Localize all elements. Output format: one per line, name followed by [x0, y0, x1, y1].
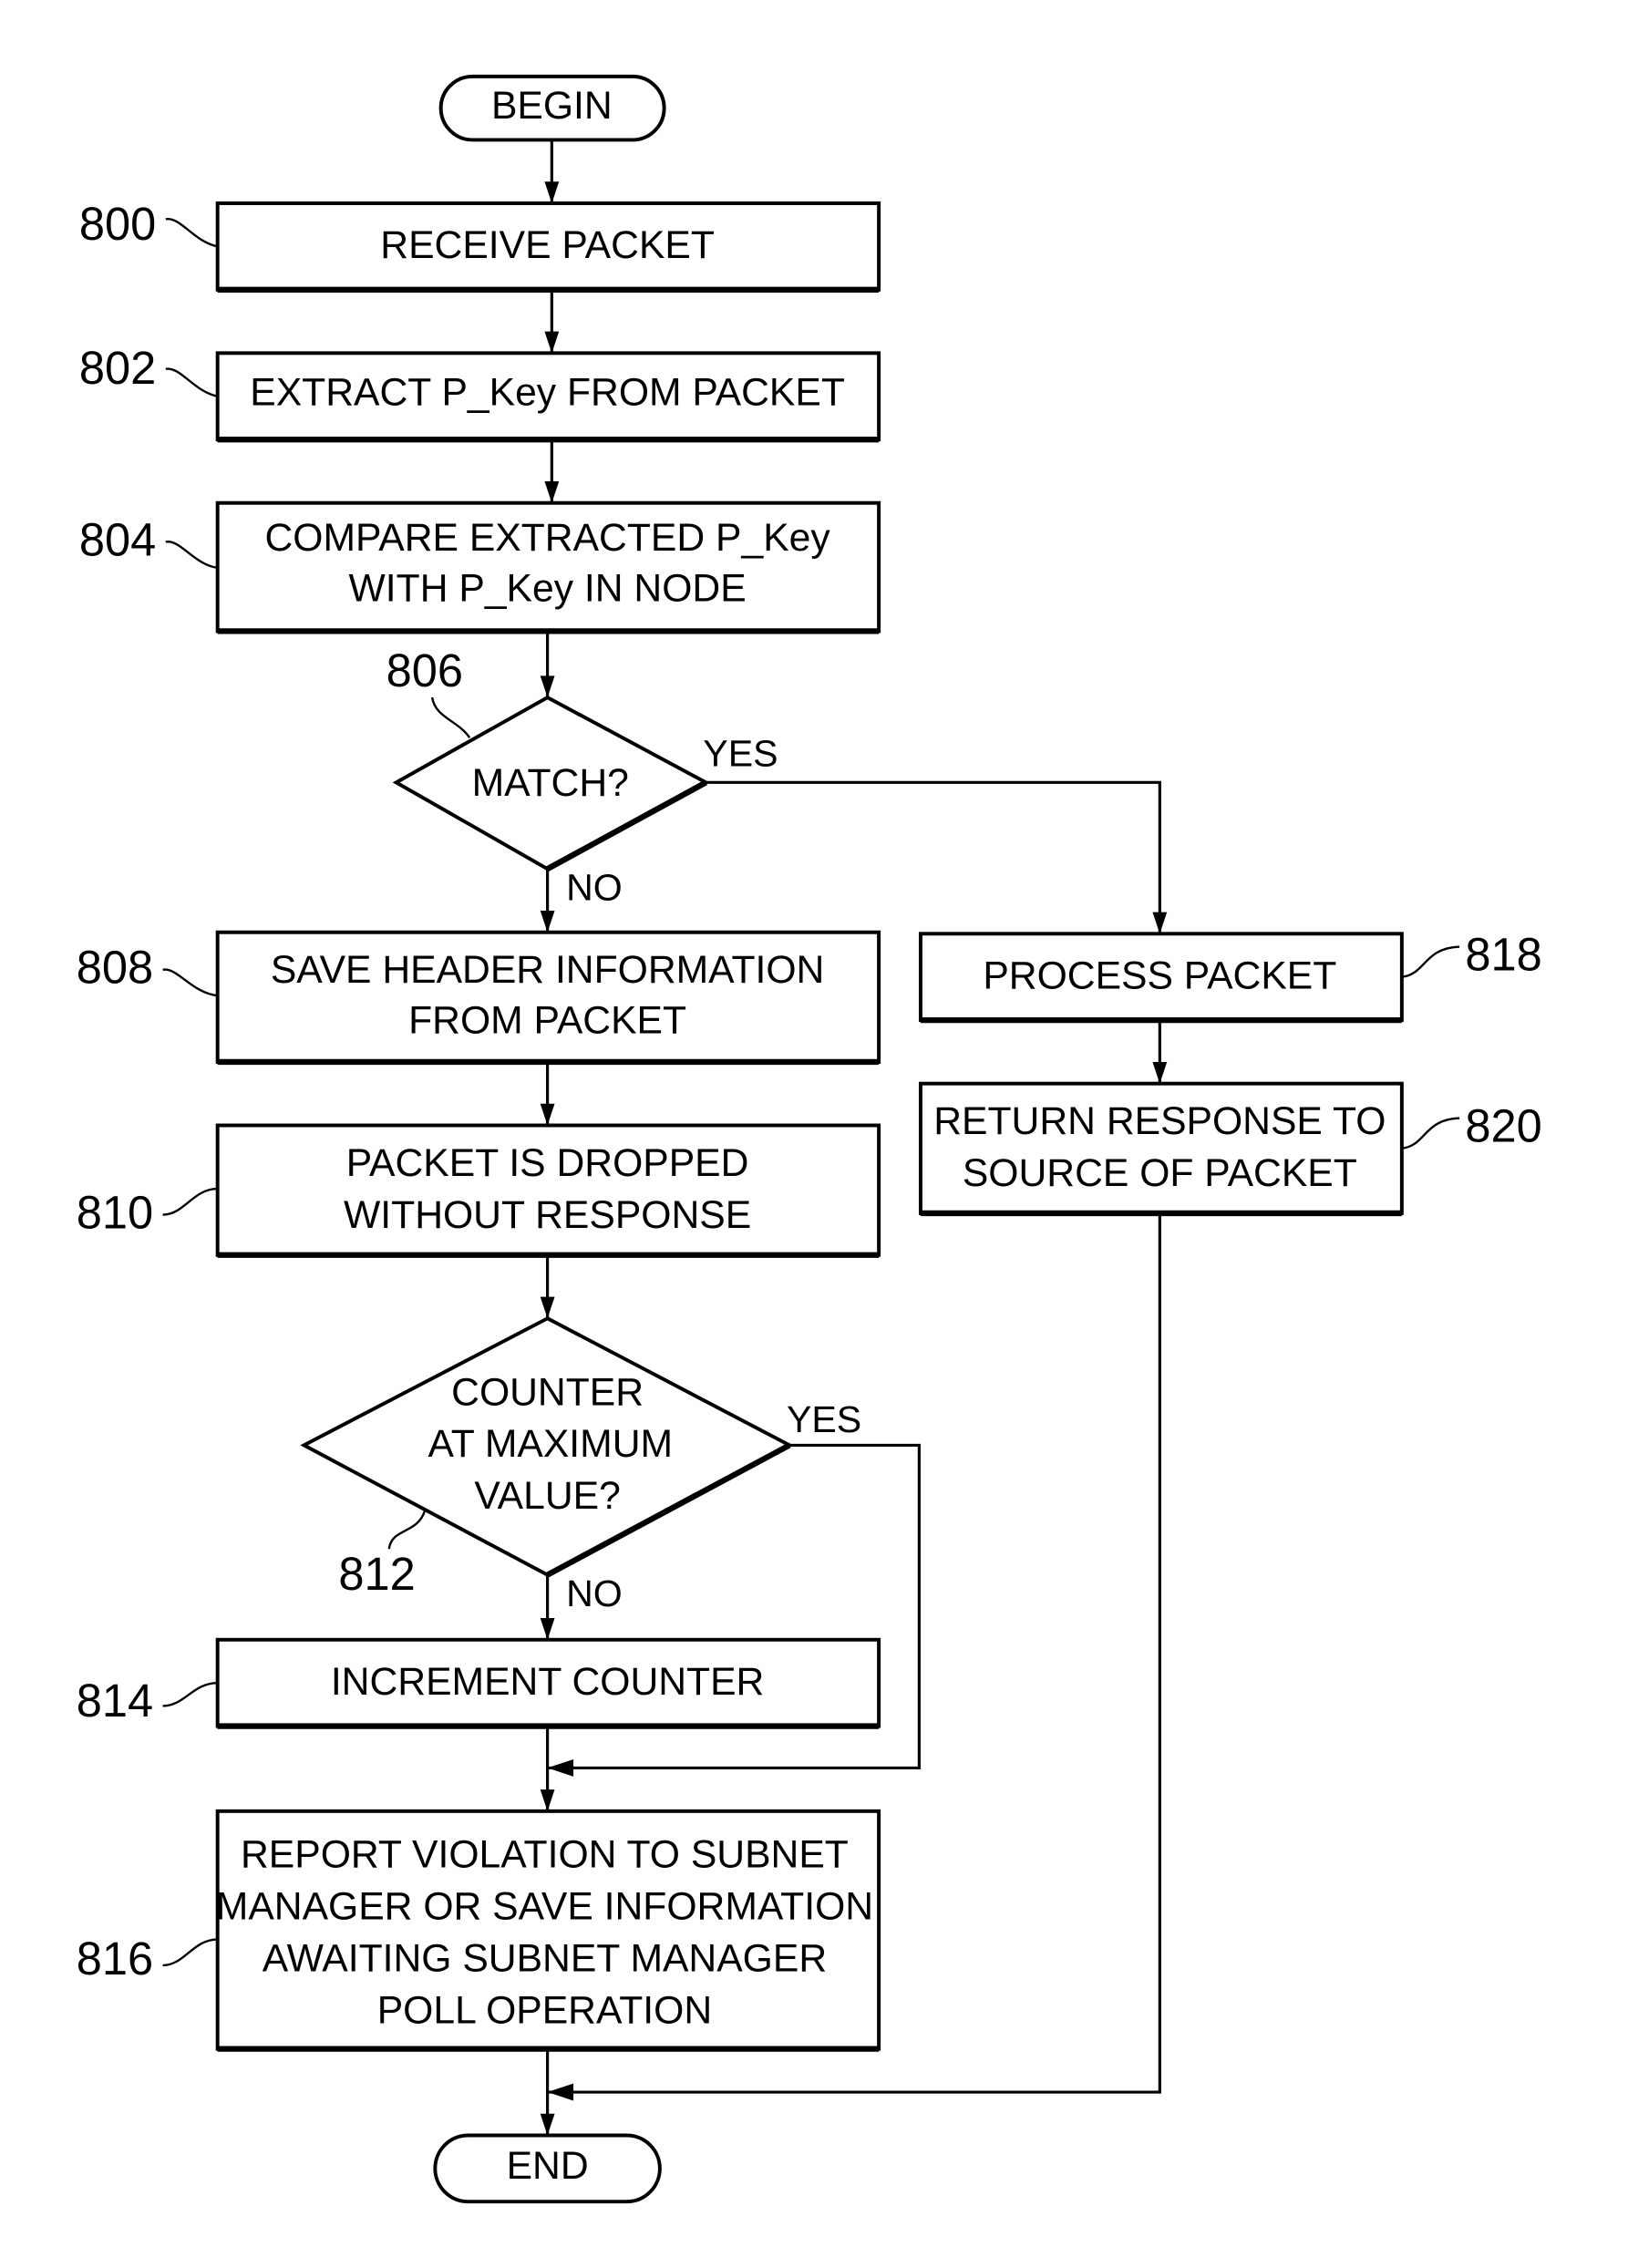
arrowhead — [544, 481, 560, 503]
arrowhead — [544, 181, 560, 203]
ref-806: 806 — [386, 644, 463, 696]
arrowhead — [1152, 912, 1168, 934]
decision-806-text: MATCH? — [472, 761, 629, 805]
decision-812-counter-max: COUNTER AT MAXIMUM VALUE? — [300, 1316, 794, 1578]
leader-820 — [1401, 1117, 1460, 1149]
begin-terminal: BEGIN — [438, 74, 666, 142]
ref-820: 820 — [1465, 1100, 1541, 1152]
decision-806-yes-label: YES — [703, 733, 778, 775]
decision-812-yes-label: YES — [787, 1398, 861, 1440]
leader-810 — [162, 1187, 218, 1216]
step-810-text-line1: PACKET IS DROPPED — [346, 1141, 749, 1185]
arrowhead — [540, 1103, 555, 1126]
begin-label: BEGIN — [491, 84, 613, 128]
step-802-extract-pkey: EXTRACT P_Key FROM PACKET — [215, 351, 881, 443]
leader-804 — [165, 541, 218, 570]
ref-804: 804 — [79, 513, 156, 565]
step-820-return-response: RETURN RESPONSE TO SOURCE OF PACKET — [918, 1081, 1404, 1217]
step-804-compare-pkey: COMPARE EXTRACTED P_Key WITH P_Key IN NO… — [215, 500, 881, 634]
ref-800: 800 — [79, 198, 156, 250]
arrowhead — [1152, 1061, 1168, 1084]
step-808-save-header: SAVE HEADER INFORMATION FROM PACKET — [215, 930, 881, 1066]
step-808-text-line2: FROM PACKET — [408, 999, 686, 1043]
step-800-receive-packet: RECEIVE PACKET — [215, 201, 881, 293]
leader-802 — [165, 367, 218, 397]
arrowhead — [540, 1296, 555, 1319]
step-804-text-line1: COMPARE EXTRACTED P_Key — [264, 516, 830, 560]
arrowhead — [540, 2113, 555, 2136]
arrowhead — [544, 331, 560, 354]
ref-812: 812 — [338, 1548, 415, 1600]
step-808-text-line1: SAVE HEADER INFORMATION — [271, 948, 825, 992]
arrowhead — [540, 1789, 555, 1811]
arrowhead — [547, 1758, 574, 1777]
step-804-text-line2: WITH P_Key IN NODE — [349, 566, 747, 610]
arrowhead — [540, 675, 555, 698]
decision-806-match: MATCH? — [392, 695, 710, 871]
step-816-text-line3: AWAITING SUBNET MANAGER — [263, 1936, 827, 1980]
leader-816 — [162, 1938, 218, 1967]
arrowhead — [547, 2083, 574, 2101]
step-814-text: INCREMENT COUNTER — [331, 1660, 765, 1704]
step-810-text-line2: WITHOUT RESPONSE — [344, 1193, 751, 1237]
flowchart: BEGIN RECEIVE PACKET 800 EXTRACT P_Key F… — [77, 74, 1542, 2204]
leader-806 — [430, 696, 471, 739]
decision-812-text-line2: AT MAXIMUM — [428, 1422, 673, 1466]
step-810-packet-dropped: PACKET IS DROPPED WITHOUT RESPONSE — [215, 1123, 881, 1258]
arrowhead — [540, 911, 555, 933]
ref-810: 810 — [77, 1186, 153, 1238]
step-816-text-line1: REPORT VIOLATION TO SUBNET — [241, 1833, 849, 1877]
connector-806-yes-818 — [706, 780, 1161, 934]
leader-812 — [387, 1510, 427, 1550]
leader-800 — [165, 218, 218, 248]
ref-816: 816 — [77, 1933, 153, 1984]
ref-818: 818 — [1465, 929, 1541, 981]
step-820-text-line2: SOURCE OF PACKET — [963, 1151, 1357, 1195]
step-818-process-packet: PROCESS PACKET — [918, 932, 1404, 1024]
end-terminal: END — [433, 2133, 662, 2204]
leader-818 — [1401, 945, 1460, 978]
leader-808 — [162, 968, 218, 997]
step-800-text: RECEIVE PACKET — [380, 223, 715, 267]
step-816-text-line2: MANAGER OR SAVE INFORMATION — [216, 1885, 873, 1929]
step-802-text: EXTRACT P_Key FROM PACKET — [250, 370, 845, 414]
decision-812-text-line3: VALUE? — [474, 1474, 620, 1518]
step-814-increment-counter: INCREMENT COUNTER — [215, 1637, 881, 1729]
decision-812-text-line1: COUNTER — [451, 1370, 644, 1414]
end-label: END — [507, 2144, 589, 2188]
step-816-report-violation: REPORT VIOLATION TO SUBNET MANAGER OR SA… — [215, 1809, 881, 2052]
leader-814 — [162, 1681, 218, 1707]
ref-802: 802 — [79, 342, 156, 394]
step-820-text-line1: RETURN RESPONSE TO — [933, 1099, 1386, 1143]
arrowhead — [540, 1618, 555, 1640]
ref-814: 814 — [77, 1675, 153, 1727]
ref-808: 808 — [77, 942, 153, 994]
step-818-text: PROCESS PACKET — [983, 954, 1336, 998]
step-816-text-line4: POLL OPERATION — [377, 1988, 712, 2032]
decision-806-no-label: NO — [566, 867, 623, 909]
decision-812-no-label: NO — [566, 1572, 623, 1614]
